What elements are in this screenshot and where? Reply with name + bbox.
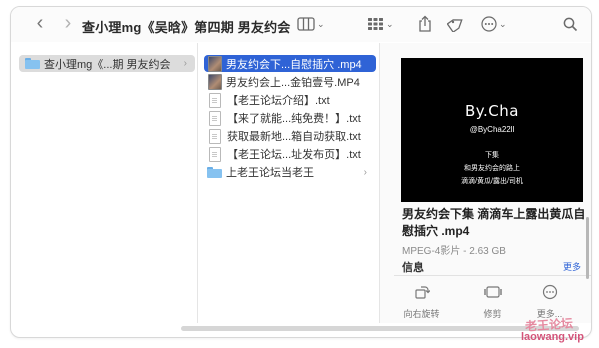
preview-image-brand: By.Cha (465, 102, 519, 120)
list-item[interactable]: 男友约会上...金铂壹号.MP4 (204, 73, 376, 91)
divider (394, 275, 591, 276)
watermark-domain: laowang.vip (521, 331, 584, 343)
view-mode-button[interactable]: ⌄ (297, 15, 325, 33)
info-heading: 信息 (402, 262, 424, 274)
chevron-right-icon: › (64, 12, 72, 34)
tag-icon (447, 19, 463, 32)
trim-icon (483, 286, 502, 298)
preview-image-line: 下集 (485, 152, 499, 159)
list-item[interactable]: 【老王论坛介绍】.txt (204, 91, 377, 109)
share-button[interactable] (418, 15, 432, 33)
preview-title: 男友约会下集 滴滴车上露出黄瓜自慰插穴 .mp4 (402, 207, 586, 238)
preview-meta: MPEG-4影片 - 2.63 GB (402, 246, 506, 257)
text-file-icon (209, 146, 221, 162)
column-files: 男友约会下...自慰插穴 .mp4 男友约会上...金铂壹号.MP4 【老王论坛… (198, 43, 380, 323)
search-button[interactable] (563, 15, 578, 33)
tag-button[interactable] (447, 15, 465, 33)
back-button[interactable]: ‹ (31, 13, 49, 33)
preview-pane: By.Cha @ByCha22ll 下集 和男友约会的路上 滴滴/黄瓜/露出/司… (380, 43, 591, 323)
share-icon (419, 15, 431, 32)
chevron-down-icon: ⌄ (317, 18, 325, 29)
video-thumbnail-icon (208, 74, 222, 90)
grid-view-icon (368, 18, 383, 30)
more-circle-icon (542, 284, 557, 300)
folder-icon (207, 166, 222, 178)
list-item[interactable]: 【老王论坛...址发布页】.txt (204, 145, 377, 163)
more-actions-button[interactable]: ⌄ (481, 15, 507, 33)
folder-icon (25, 58, 40, 69)
preview-image-handle: @ByCha22ll (469, 125, 515, 134)
toolbar: ‹ › 查小理mg《吴晗》第四期 男友约会 ⌄ ⌄ ⌄ (11, 7, 591, 42)
column-view-icon (297, 17, 315, 31)
chevron-right-icon: › (183, 58, 187, 69)
trim-label: 修剪 (483, 309, 502, 319)
chevron-right-icon: › (363, 166, 367, 178)
text-file-icon (209, 128, 221, 144)
vertical-scrollbar[interactable] (586, 217, 589, 279)
chevron-left-icon: ‹ (36, 12, 44, 34)
horizontal-scrollbar[interactable] (181, 326, 579, 331)
preview-image-line: 滴滴/黄瓜/露出/司机 (461, 178, 523, 185)
finder-window: ‹ › 查小理mg《吴晗》第四期 男友约会 ⌄ ⌄ ⌄ 查小理mg《...期 男… (10, 6, 592, 338)
group-button[interactable]: ⌄ (367, 15, 394, 33)
preview-image-line: 和男友约会的路上 (464, 165, 520, 172)
more-icon (481, 16, 497, 32)
forward-button[interactable]: › (59, 13, 77, 33)
text-file-icon (209, 110, 221, 126)
info-more-link[interactable]: 更多 (563, 260, 581, 273)
rotate-right-icon (414, 286, 430, 299)
list-item[interactable]: 获取最新地...箱自动获取.txt (204, 127, 377, 145)
rotate-right-button[interactable]: 向右旋转 (394, 283, 449, 320)
list-item[interactable]: 【来了就能...纯免费！】.txt (204, 109, 377, 127)
sidebar-item-folder[interactable]: 查小理mg《...期 男友约会 › (19, 55, 195, 72)
list-item[interactable]: 上老王论坛当老王 › (204, 163, 375, 181)
search-icon (563, 17, 578, 31)
chevron-down-icon: ⌄ (499, 18, 507, 29)
preview-image: By.Cha @ByCha22ll 下集 和男友约会的路上 滴滴/黄瓜/露出/司… (401, 58, 583, 202)
list-item[interactable]: 男友约会下...自慰插穴 .mp4 (204, 55, 376, 72)
text-file-icon (209, 92, 221, 108)
folder-label: 查小理mg《...期 男友约会 (44, 58, 171, 71)
window-title: 查小理mg《吴晗》第四期 男友约会 (82, 20, 291, 35)
column-parent: 查小理mg《...期 男友约会 › (11, 43, 198, 323)
video-thumbnail-icon (208, 55, 222, 72)
trim-button[interactable]: 修剪 (465, 283, 520, 320)
rotate-right-label: 向右旋转 (403, 309, 440, 319)
chevron-down-icon: ⌄ (386, 18, 394, 29)
